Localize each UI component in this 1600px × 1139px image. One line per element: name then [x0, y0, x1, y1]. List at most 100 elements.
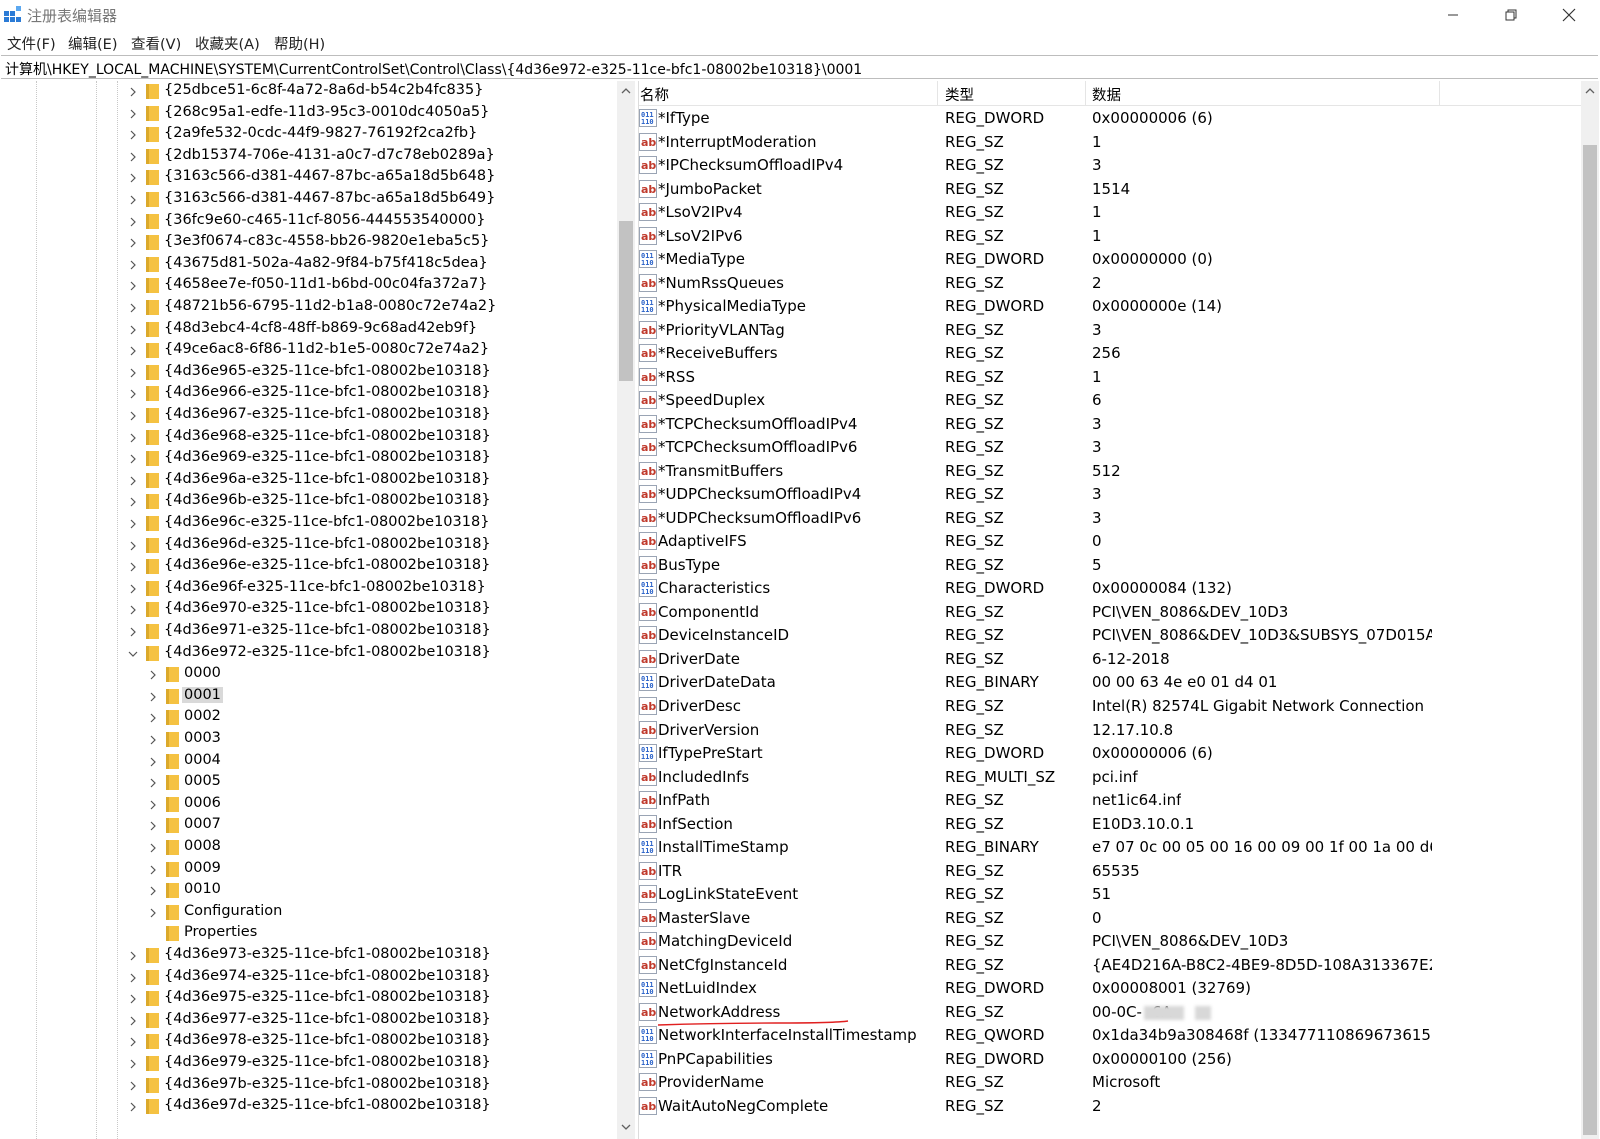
chevron-right-icon[interactable] — [147, 907, 159, 919]
key-tree-pane[interactable]: {25dbce51-6c8f-4a72-8a6d-b54c2b4fc835} {2… — [0, 81, 635, 1139]
value-row[interactable]: ab MatchingDeviceId REG_SZ PCI\VEN_8086&DEV… — [639, 930, 1583, 954]
value-row[interactable]: ab InfSection REG_SZ E10D3.10.0.1 — [639, 813, 1583, 837]
column-divider[interactable] — [1439, 81, 1440, 105]
tree-item-subkey[interactable]: Properties — [0, 923, 620, 945]
chevron-right-icon[interactable] — [127, 280, 139, 292]
menu-edit[interactable]: 编辑(E) — [68, 33, 117, 54]
value-row[interactable]: ab DriverDate REG_SZ 6-12-2018 — [639, 648, 1583, 672]
tree-item-class[interactable]: {268c95a1-edfe-11d3-95c3-0010dc4050a5} — [0, 103, 620, 125]
value-row[interactable]: ab *ReceiveBuffers REG_SZ 256 — [639, 342, 1583, 366]
tree-item-class[interactable]: {3e3f0674-c83c-4558-bb26-9820e1eba5c5} — [0, 232, 620, 254]
tree-item-subkey[interactable]: 0008 — [0, 837, 620, 859]
tree-item-class[interactable]: {43675d81-502a-4a82-9f84-b75f418c5dea} — [0, 254, 620, 276]
chevron-right-icon[interactable] — [147, 734, 159, 746]
menu-help[interactable]: 帮助(H) — [274, 33, 325, 54]
value-row[interactable]: ab *NumRssQueues REG_SZ 2 — [639, 272, 1583, 296]
value-row[interactable]: 011 110 Characteristics REG_DWORD 0x00000084… — [639, 577, 1583, 601]
column-divider[interactable] — [937, 81, 938, 105]
value-row[interactable]: ab *IPChecksumOffloadIPv4 REG_SZ 3 — [639, 154, 1583, 178]
chevron-right-icon[interactable] — [127, 540, 139, 552]
tree-item-class[interactable]: {4d36e970-e325-11ce-bfc1-08002be10318} — [0, 599, 620, 621]
tree-item-class[interactable]: {4d36e971-e325-11ce-bfc1-08002be10318} — [0, 621, 620, 643]
chevron-right-icon[interactable] — [127, 1080, 139, 1092]
tree-item-class[interactable]: {4d36e979-e325-11ce-bfc1-08002be10318} — [0, 1053, 620, 1075]
chevron-right-icon[interactable] — [127, 993, 139, 1005]
scroll-up-arrow-icon[interactable] — [620, 85, 632, 97]
chevron-right-icon[interactable] — [127, 367, 139, 379]
value-row[interactable]: ab *JumboPacket REG_SZ 1514 — [639, 178, 1583, 202]
value-row[interactable]: 011 110 InstallTimeStamp REG_BINARY e7 07 0c… — [639, 836, 1583, 860]
tree-item-class[interactable]: {49ce6ac8-6f86-11d2-b1e5-0080c72e74a2} — [0, 340, 620, 362]
value-row[interactable]: ab AdaptiveIFS REG_SZ 0 — [639, 530, 1583, 554]
value-row[interactable]: ab ITR REG_SZ 65535 — [639, 860, 1583, 884]
tree-item-class[interactable]: {48d3ebc4-4cf8-48ff-b869-9c68ad42eb9f} — [0, 319, 620, 341]
value-row[interactable]: ab *UDPChecksumOffloadIPv6 REG_SZ 3 — [639, 507, 1583, 531]
chevron-right-icon[interactable] — [147, 712, 159, 724]
tree-item-class[interactable]: {4d36e975-e325-11ce-bfc1-08002be10318} — [0, 988, 620, 1010]
value-row[interactable]: ab ComponentId REG_SZ PCI\VEN_8086&DEV_10D3 — [639, 601, 1583, 625]
value-row[interactable]: ab *TCPChecksumOffloadIPv6 REG_SZ 3 — [639, 436, 1583, 460]
tree-item-class[interactable]: {4d36e97b-e325-11ce-bfc1-08002be10318} — [0, 1075, 620, 1097]
column-data-header[interactable]: 数据 — [1092, 84, 1121, 105]
value-row[interactable]: ab *UDPChecksumOffloadIPv4 REG_SZ 3 — [639, 483, 1583, 507]
value-row[interactable]: ab MasterSlave REG_SZ 0 — [639, 907, 1583, 931]
value-row[interactable]: 011 110 *IfType REG_DWORD 0x00000006 (6) — [639, 107, 1583, 131]
chevron-right-icon[interactable] — [127, 475, 139, 487]
scroll-up-arrow-icon[interactable] — [1584, 85, 1596, 97]
value-row[interactable]: 011 110 *PhysicalMediaType REG_DWORD 0x00000… — [639, 295, 1583, 319]
chevron-right-icon[interactable] — [127, 432, 139, 444]
chevron-right-icon[interactable] — [127, 129, 139, 141]
scroll-down-arrow-icon[interactable] — [620, 1121, 632, 1133]
value-row[interactable]: 011 110 *MediaType REG_DWORD 0x00000000 (0) — [639, 248, 1583, 272]
chevron-right-icon[interactable] — [147, 799, 159, 811]
tree-scrollbar-thumb[interactable] — [619, 221, 633, 381]
value-row[interactable]: ab DriverVersion REG_SZ 12.17.10.8 — [639, 719, 1583, 743]
chevron-right-icon[interactable] — [127, 1058, 139, 1070]
menu-favorites[interactable]: 收藏夹(A) — [195, 33, 260, 54]
chevron-right-icon[interactable] — [127, 86, 139, 98]
tree-item-subkey[interactable]: 0005 — [0, 772, 620, 794]
value-row[interactable]: ab WaitAutoNegComplete REG_SZ 2 — [639, 1095, 1583, 1119]
chevron-right-icon[interactable] — [147, 842, 159, 854]
chevron-right-icon[interactable] — [127, 1036, 139, 1048]
menu-view[interactable]: 查看(V) — [131, 33, 181, 54]
chevron-right-icon[interactable] — [127, 151, 139, 163]
tree-item-subkey[interactable]: 0002 — [0, 707, 620, 729]
column-type-header[interactable]: 类型 — [945, 84, 974, 105]
tree-item-class[interactable]: {4658ee7e-f050-11d1-b6bd-00c04fa372a7} — [0, 275, 620, 297]
value-row[interactable]: ab LogLinkStateEvent REG_SZ 51 — [639, 883, 1583, 907]
value-row[interactable]: ab *RSS REG_SZ 1 — [639, 366, 1583, 390]
tree-item-class[interactable]: {4d36e96d-e325-11ce-bfc1-08002be10318} — [0, 535, 620, 557]
address-bar[interactable]: 计算机\HKEY_LOCAL_MACHINE\SYSTEM\CurrentCon… — [1, 55, 1598, 79]
chevron-right-icon[interactable] — [127, 172, 139, 184]
chevron-right-icon[interactable] — [127, 324, 139, 336]
value-list-pane[interactable]: 名称 类型 数据 011 110 *IfType REG_DWORD 0x0000000… — [638, 81, 1600, 1139]
chevron-right-icon[interactable] — [127, 950, 139, 962]
tree-item-class[interactable]: {3163c566-d381-4467-87bc-a65a18d5b648} — [0, 167, 620, 189]
tree-item-class[interactable]: {4d36e97d-e325-11ce-bfc1-08002be10318} — [0, 1096, 620, 1118]
tree-item-class[interactable]: {4d36e96f-e325-11ce-bfc1-08002be10318} — [0, 578, 620, 600]
value-row[interactable]: ab *LsoV2IPv4 REG_SZ 1 — [639, 201, 1583, 225]
value-row[interactable]: 011 110 PnPCapabilities REG_DWORD 0x00000100… — [639, 1048, 1583, 1072]
chevron-right-icon[interactable] — [147, 691, 159, 703]
value-row[interactable]: ab InfPath REG_SZ net1ic64.inf — [639, 789, 1583, 813]
tree-item-subkey[interactable]: Configuration — [0, 902, 620, 924]
tree-item-class[interactable]: {4d36e969-e325-11ce-bfc1-08002be10318} — [0, 448, 620, 470]
tree-item-class[interactable]: {4d36e967-e325-11ce-bfc1-08002be10318} — [0, 405, 620, 427]
chevron-right-icon[interactable] — [147, 820, 159, 832]
tree-item-subkey[interactable]: 0003 — [0, 729, 620, 751]
tree-item-class[interactable]: {4d36e96a-e325-11ce-bfc1-08002be10318} — [0, 470, 620, 492]
value-row[interactable]: ab ProviderName REG_SZ Microsoft — [639, 1071, 1583, 1095]
list-scrollbar-thumb[interactable] — [1583, 145, 1597, 1135]
value-row[interactable]: 011 110 IfTypePreStart REG_DWORD 0x00000006 … — [639, 742, 1583, 766]
chevron-right-icon[interactable] — [127, 302, 139, 314]
chevron-right-icon[interactable] — [127, 216, 139, 228]
tree-item-subkey[interactable]: 0010 — [0, 880, 620, 902]
tree-item-subkey[interactable]: 0007 — [0, 815, 620, 837]
close-button[interactable] — [1540, 0, 1598, 30]
chevron-right-icon[interactable] — [127, 453, 139, 465]
chevron-right-icon[interactable] — [127, 259, 139, 271]
value-row[interactable]: ab DeviceInstanceID REG_SZ PCI\VEN_8086&DEV… — [639, 624, 1583, 648]
tree-item-subkey[interactable]: 0004 — [0, 751, 620, 773]
tree-item-class[interactable]: {48721b56-6795-11d2-b1a8-0080c72e74a2} — [0, 297, 620, 319]
